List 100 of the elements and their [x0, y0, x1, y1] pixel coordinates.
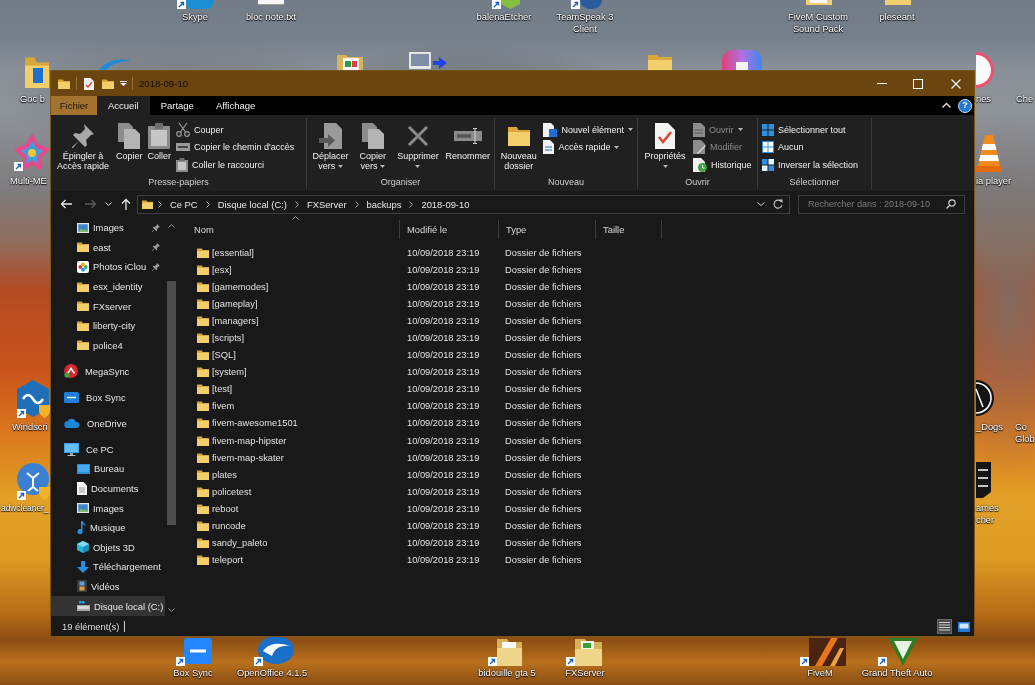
- breadcrumb-segment[interactable]: Ce PC: [167, 198, 201, 210]
- nav-item[interactable]: FXserver: [51, 296, 165, 316]
- page-icon[interactable]: [258, 0, 284, 5]
- file-name[interactable]: fivem-awesome1501: [212, 418, 298, 429]
- file-name[interactable]: [gameplay]: [212, 298, 258, 309]
- nav-item[interactable]: police4: [51, 335, 165, 356]
- ribbon-button[interactable]: Inverser la sélection: [760, 156, 861, 174]
- file-name[interactable]: teleport: [212, 555, 243, 566]
- star-icon[interactable]: [14, 133, 50, 171]
- app-icon[interactable]: [800, 638, 846, 666]
- ribbon-button[interactable]: Coller: [145, 118, 174, 161]
- breadcrumb-segment[interactable]: backups: [363, 198, 405, 210]
- nav-item[interactable]: Musique: [51, 517, 165, 538]
- shortcut-label[interactable]: FiveM Custom Sound Pack: [778, 11, 858, 35]
- shortcut-label[interactable]: bidouille gta 5: [467, 667, 547, 679]
- folder-icon[interactable]: [25, 56, 49, 88]
- caret-icon[interactable]: [120, 81, 127, 86]
- nav-item[interactable]: Vidéos: [51, 576, 165, 597]
- ribbon-button[interactable]: Accès rapide: [541, 138, 635, 156]
- nav-item[interactable]: OneDrive: [51, 413, 165, 434]
- app-icon[interactable]: [177, 0, 213, 9]
- ribbon-button[interactable]: Supprimer: [393, 118, 443, 171]
- search-field[interactable]: Rechercher dans : 2018-09-10: [798, 194, 965, 214]
- help-button[interactable]: ?: [958, 98, 972, 113]
- circle-icon[interactable]: [976, 380, 994, 416]
- nav-item[interactable]: Ce PC: [51, 439, 165, 460]
- ribbon-tab[interactable]: Fichier: [51, 96, 97, 115]
- round-app-icon[interactable]: [254, 636, 294, 666]
- nav-item[interactable]: Disque local (C:): [51, 596, 165, 616]
- file-name[interactable]: fivem: [212, 401, 235, 412]
- view-button[interactable]: [956, 619, 971, 634]
- close-icon[interactable]: [951, 78, 961, 89]
- file-name[interactable]: reboot: [212, 503, 239, 514]
- column-header[interactable]: Type: [499, 220, 596, 239]
- file-name[interactable]: [test]: [212, 384, 233, 395]
- maximize-icon[interactable]: [913, 78, 923, 89]
- app-tile-icon[interactable]: [176, 638, 212, 666]
- back-arrow-icon[interactable]: [60, 199, 72, 209]
- nav-item[interactable]: Téléchargement: [51, 557, 165, 577]
- chevron-down-icon[interactable]: [757, 202, 765, 206]
- folder-icon[interactable]: [102, 78, 114, 89]
- shortcut-label[interactable]: TeamSpeak 3 Client: [550, 11, 620, 35]
- file-name[interactable]: [managers]: [212, 315, 259, 326]
- nav-item[interactable]: esx_identity: [51, 276, 165, 297]
- app-icon[interactable]: [492, 0, 520, 9]
- nav-item[interactable]: liberty-city: [51, 315, 165, 336]
- nav-item[interactable]: Photos iClou: [51, 257, 165, 277]
- file-name[interactable]: [esx]: [212, 264, 232, 275]
- ribbon-button[interactable]: Propriétés: [640, 118, 690, 171]
- shortcut-label[interactable]: bloc note.txt: [236, 11, 306, 23]
- shortcut-label[interactable]: pleseant: [867, 11, 927, 23]
- ribbon-button[interactable]: Nouveau dossier: [497, 118, 541, 171]
- ribbon-button[interactable]: Déplacer vers: [309, 118, 353, 171]
- ribbon-tab[interactable]: Accueil: [97, 96, 150, 115]
- ribbon-button[interactable]: Copier: [114, 118, 145, 161]
- file-name[interactable]: policetest: [212, 486, 252, 497]
- ribbon-button[interactable]: Couper: [174, 121, 297, 139]
- ribbon-button[interactable]: Copier vers: [353, 118, 393, 171]
- search-icon[interactable]: [946, 199, 956, 209]
- scrollbar-thumb[interactable]: [167, 281, 176, 525]
- refresh-icon[interactable]: [773, 199, 783, 209]
- file-name[interactable]: runcode: [212, 521, 246, 532]
- ribbon-button[interactable]: Renommer: [443, 118, 492, 161]
- hexagon-icon[interactable]: [17, 380, 50, 418]
- up-arrow-icon[interactable]: [121, 198, 131, 210]
- file-name[interactable]: [scripts]: [212, 333, 245, 343]
- shortcut-label[interactable]: ia player: [976, 175, 1012, 187]
- shortcut-label[interactable]: Multi-ME: [10, 175, 47, 187]
- column-header[interactable]: Nom: [178, 220, 400, 239]
- view-button[interactable]: [937, 619, 952, 634]
- round-app-icon[interactable]: [17, 462, 50, 500]
- file-name[interactable]: [gamemodes]: [212, 281, 269, 292]
- column-header[interactable]: Modifié le: [400, 220, 499, 239]
- folder-icon[interactable]: [488, 638, 522, 666]
- shortcut-label[interactable]: OpenOffice 4.1.5: [229, 667, 315, 679]
- file-name[interactable]: fivem-map-skater: [212, 452, 284, 463]
- folder-icon[interactable]: [58, 78, 70, 89]
- ribbon-button[interactable]: Historique: [691, 156, 754, 174]
- nav-item[interactable]: Bureau: [51, 459, 165, 479]
- monitor-icon[interactable]: [409, 52, 447, 70]
- file-name[interactable]: [essential]: [212, 247, 254, 258]
- chevron-up-icon[interactable]: [168, 224, 175, 228]
- file-name[interactable]: [SQL]: [212, 350, 236, 361]
- address-bar[interactable]: Ce PC Disque local (C:) FXServer backups 2018-09-10: [137, 194, 790, 214]
- file-name[interactable]: fivem-map-hipster: [212, 435, 287, 446]
- shortcut-label[interactable]: Box Sync: [163, 667, 223, 679]
- shortcut-label[interactable]: Skype: [165, 11, 225, 23]
- shortcut-label[interactable]: FiveM: [795, 667, 845, 679]
- nav-item[interactable]: MegaSync: [51, 361, 165, 382]
- file-name[interactable]: plates: [212, 469, 237, 480]
- shortcut-label[interactable]: FXServer: [555, 667, 615, 679]
- breadcrumb-segment[interactable]: FXServer: [303, 198, 350, 210]
- checkmark-page-icon[interactable]: [84, 77, 94, 90]
- nav-item[interactable]: Documents: [51, 478, 165, 499]
- breadcrumb-segment[interactable]: Disque local (C:): [214, 198, 290, 210]
- triangle-icon[interactable]: [878, 638, 918, 666]
- ribbon-button[interactable]: Coller le raccourci: [174, 156, 297, 174]
- shortcut-label[interactable]: balenaEtcher: [469, 11, 539, 23]
- folder-icon[interactable]: [566, 638, 602, 666]
- nav-item[interactable]: east: [51, 237, 165, 258]
